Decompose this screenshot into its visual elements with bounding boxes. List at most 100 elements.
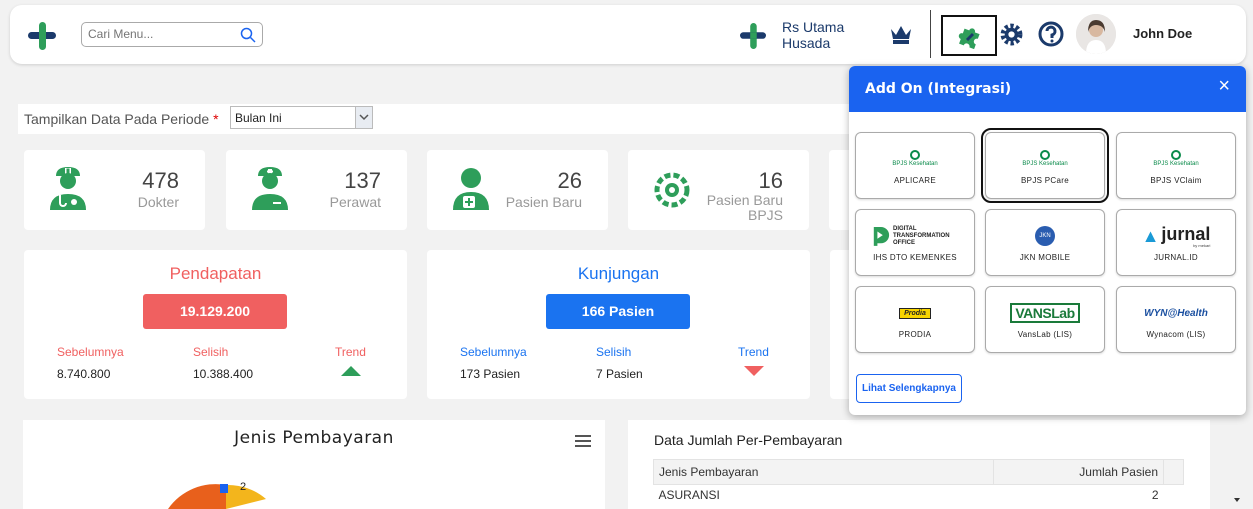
vanslab-logo-icon: VANSLab <box>986 297 1104 329</box>
stat-card-perawat: 137 Perawat <box>226 150 407 230</box>
stat-label: Pasien Baru BPJS <box>706 192 783 223</box>
period-label: Tampilkan Data Pada Periode * <box>24 111 219 127</box>
diff-label: Selisih <box>193 345 229 359</box>
kunjungan-card: Kunjungan 166 Pasien Sebelumnya 173 Pasi… <box>427 250 810 399</box>
addon-tile-prodia[interactable]: Prodia PRODIA <box>855 286 975 353</box>
search-input[interactable] <box>82 23 232 45</box>
hospital-name: Rs Utama Husada <box>782 19 845 51</box>
tile-label: BPJS PCare <box>1021 176 1069 185</box>
logo-text: BPJS Kesehatan <box>892 161 938 167</box>
scroll-down-icon[interactable] <box>1230 495 1244 505</box>
popup-title: Add On (Integrasi) <box>865 81 1012 97</box>
logo-text: Prodia <box>899 307 931 319</box>
stat-card-dokter: 478 Dokter <box>24 150 205 230</box>
table-cell: ASURANSI <box>658 487 720 502</box>
trend-up-icon <box>341 366 361 376</box>
trend-down-icon <box>744 366 764 376</box>
avatar[interactable] <box>1076 14 1116 54</box>
table-header[interactable]: Jumlah Pasien <box>993 459 1164 485</box>
period-label-text: Tampilkan Data Pada Periode <box>24 111 210 127</box>
tile-label: VansLab (LIS) <box>1017 330 1073 339</box>
search-box[interactable] <box>81 22 263 47</box>
popup-header: Add On (Integrasi) × <box>849 66 1246 112</box>
period-select[interactable]: Bulan Ini <box>230 106 373 129</box>
bpjs-logo-icon: BPJS Kesehatan <box>1117 143 1235 175</box>
prev-value: 8.740.800 <box>57 367 111 381</box>
dto-logo-icon: DIGITAL TRANSFORMATION OFFICE <box>856 220 974 252</box>
period-selected-value: Bulan Ini <box>235 111 282 125</box>
tile-label: PRODIA <box>898 330 932 339</box>
addon-tile-ihs-dto[interactable]: DIGITAL TRANSFORMATION OFFICE IHS DTO KE… <box>855 209 975 276</box>
bpjs-logo-icon: BPJS Kesehatan <box>986 143 1104 175</box>
logo-icon[interactable] <box>28 22 56 50</box>
tile-label: Wynacom (LIS) <box>1146 330 1206 339</box>
logo-text: BPJS Kesehatan <box>1153 161 1199 167</box>
prodia-logo-icon: Prodia <box>856 297 974 329</box>
chevron-down-icon[interactable] <box>355 107 372 128</box>
addon-tile-wynacom[interactable]: WYN@Health Wynacom (LIS) <box>1116 286 1236 353</box>
user-name[interactable]: John Doe <box>1133 26 1192 41</box>
kunjungan-title: Kunjungan <box>577 264 660 283</box>
table-cell: 2 <box>1151 487 1159 502</box>
period-filter: Tampilkan Data Pada Periode * Bulan Ini <box>18 104 898 134</box>
pendapatan-card: Pendapatan 19.129.200 Sebelumnya 8.740.8… <box>24 250 407 399</box>
table-header[interactable]: Jenis Pembayaran <box>653 459 994 485</box>
puzzle-icon <box>958 28 980 49</box>
logo-text: WYN@Health <box>1144 307 1208 319</box>
help-icon[interactable] <box>1038 21 1064 47</box>
wynacom-logo-icon: WYN@Health <box>1117 297 1235 329</box>
stat-value: 137 <box>344 168 381 193</box>
table-header-spacer <box>1163 459 1184 485</box>
bpjs-icon <box>654 172 690 208</box>
stat-label: Dokter <box>137 194 179 210</box>
kunjungan-trend: Trend <box>738 345 769 367</box>
see-more-button[interactable]: Lihat Selengkapnya <box>856 374 962 403</box>
jurnal-logo-icon: ▲ jurnal by mekari <box>1117 220 1235 252</box>
prev-label: Sebelumnya <box>460 345 527 359</box>
addon-tile-aplicare[interactable]: BPJS Kesehatan APLICARE <box>855 132 975 199</box>
tile-label: JKN MOBILE <box>1019 253 1071 262</box>
close-icon[interactable]: × <box>1218 75 1230 98</box>
user-avatar-icon <box>1076 14 1116 54</box>
addon-tile-jkn-mobile[interactable]: JKN JKN MOBILE <box>985 209 1105 276</box>
kunjungan-value: 166 Pasien <box>546 294 690 329</box>
addon-tile-bpjs-vclaim[interactable]: BPJS Kesehatan BPJS VClaim <box>1116 132 1236 199</box>
logo-text: BPJS Kesehatan <box>1022 161 1068 167</box>
gear-icon[interactable] <box>999 22 1024 47</box>
logo-text: JKN <box>1035 226 1055 246</box>
payment-table-title: Data Jumlah Per-Pembayaran <box>654 432 843 448</box>
trend-label: Trend <box>335 345 366 359</box>
crown-icon[interactable] <box>889 23 913 45</box>
header-divider <box>930 10 931 58</box>
pie-chart <box>168 484 266 509</box>
payment-chart-title: Jenis Pembayaran <box>234 428 394 448</box>
diff-value: 7 Pasien <box>596 367 643 381</box>
tile-label: JURNAL.ID <box>1153 253 1199 262</box>
stat-card-pasien-bpjs: 16 Pasien Baru BPJS <box>628 150 809 230</box>
addon-tile-jurnal[interactable]: ▲ jurnal by mekari JURNAL.ID <box>1116 209 1236 276</box>
stat-value: 26 <box>557 168 582 193</box>
pendapatan-prev: Sebelumnya 8.740.800 <box>57 345 124 381</box>
jurnal-mark-icon: ▲ <box>1141 225 1160 246</box>
scrollbar[interactable] <box>1230 420 1244 509</box>
menu-icon[interactable] <box>575 435 591 448</box>
dto-mark-icon <box>873 227 890 246</box>
diff-value: 10.388.400 <box>193 367 254 381</box>
pie-label: 2 <box>240 481 247 493</box>
top-header: Rs Utama Husada John Doe <box>10 5 1246 64</box>
jkn-logo-icon: JKN <box>986 220 1104 252</box>
required-mark: * <box>213 111 219 127</box>
addon-popup: Add On (Integrasi) × BPJS Kesehatan APLI… <box>849 66 1246 415</box>
addon-button[interactable] <box>941 15 997 56</box>
addon-tile-bpjs-pcare[interactable]: BPJS Kesehatan BPJS PCare <box>981 128 1109 203</box>
tile-label: IHS DTO KEMENKES <box>873 253 957 262</box>
addon-tile-vanslab[interactable]: VANSLab VansLab (LIS) <box>985 286 1105 353</box>
logo-text: jurnal <box>1161 223 1211 244</box>
search-icon[interactable] <box>240 27 256 43</box>
pendapatan-diff: Selisih 10.388.400 <box>193 345 253 381</box>
table-row: ASURANSI 2 <box>654 485 1184 505</box>
payment-table: Jenis Pembayaran Jumlah Pasien ASURANSI … <box>653 459 1184 505</box>
stat-label: Pasien Baru <box>505 194 582 210</box>
pendapatan-value: 19.129.200 <box>143 294 287 329</box>
payment-table-card: Data Jumlah Per-Pembayaran Jenis Pembaya… <box>628 420 1210 509</box>
